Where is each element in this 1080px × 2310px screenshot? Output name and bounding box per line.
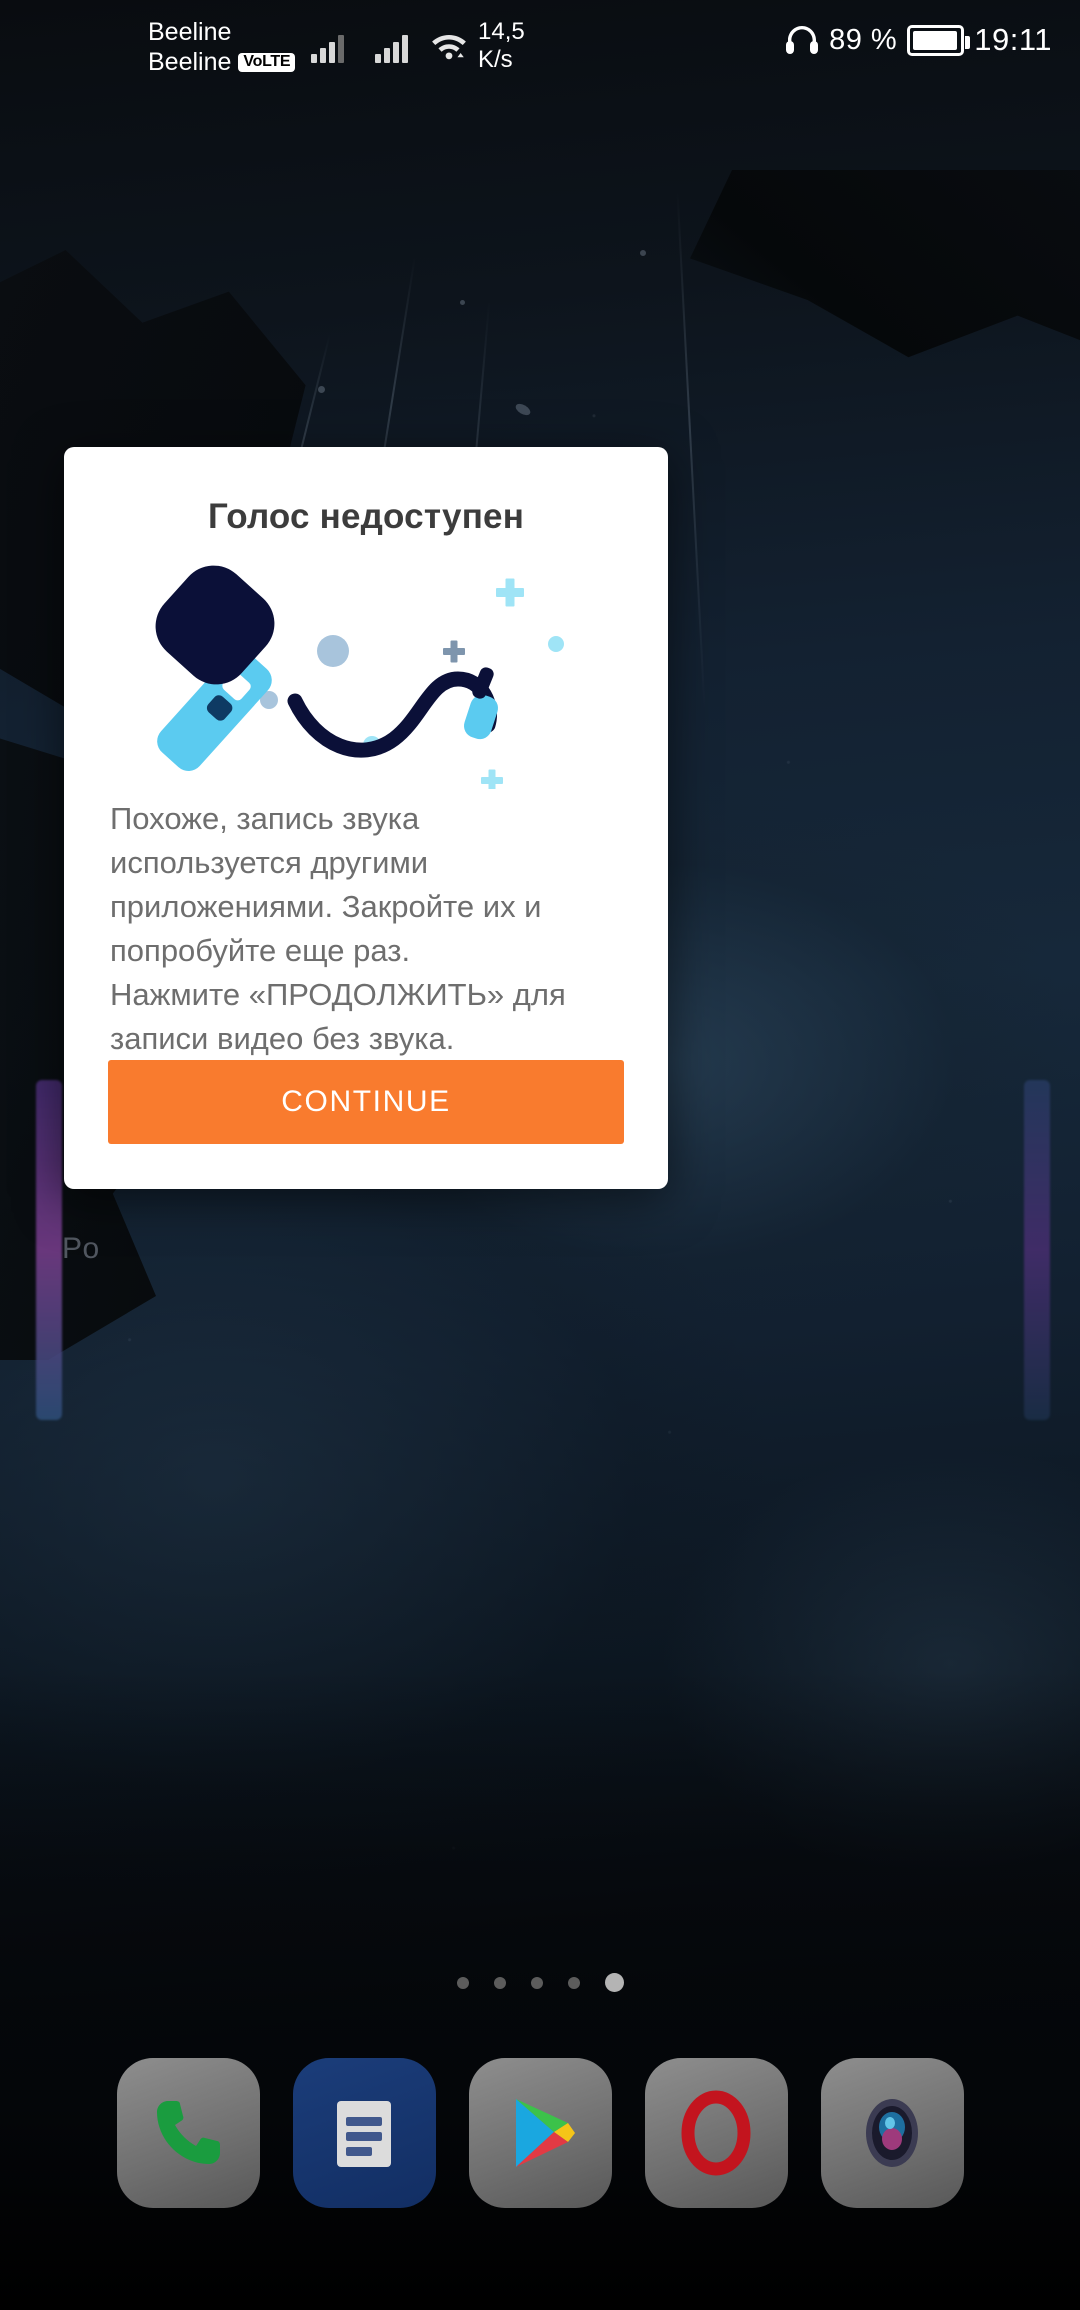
carrier-name-primary: Beeline — [148, 18, 232, 46]
camera-icon — [866, 2099, 918, 2167]
home-page-indicator[interactable] — [0, 1973, 1080, 1992]
phone-icon — [157, 2101, 220, 2164]
network-speed: 14,5 K/s — [478, 18, 525, 74]
wallpaper-spark — [460, 300, 465, 305]
deco-plus-cyan-top — [496, 578, 524, 607]
wallpaper-accent-right — [1024, 1080, 1050, 1420]
dialog-message: Похоже, запись звука используется другим… — [110, 801, 566, 1056]
opera-app[interactable] — [644, 2058, 788, 2208]
carrier-name-secondary: Beeline — [148, 47, 232, 76]
camera-app[interactable] — [820, 2058, 964, 2208]
messages-icon — [337, 2101, 391, 2167]
wallpaper-overlay-text: Po — [62, 1232, 100, 1265]
status-bar-clock: 19:11 — [974, 22, 1052, 57]
network-speed-unit: K/s — [478, 45, 513, 73]
page-dot[interactable] — [530, 1976, 543, 1989]
page-dot-active[interactable] — [604, 1973, 624, 1992]
phone-screen: Po Beeline Beeline VoLTE 14,5 K/s 89 % 1… — [0, 0, 1080, 2310]
status-bar: Beeline Beeline VoLTE 14,5 K/s 89 % 19:1… — [0, 0, 1080, 92]
page-dot[interactable] — [493, 1976, 506, 1989]
wallpaper-accent-left — [36, 1080, 62, 1420]
continue-button[interactable]: CONTINUE — [108, 1060, 624, 1144]
page-dot[interactable] — [456, 1976, 469, 1989]
deco-plus-grey — [443, 640, 465, 663]
opera-icon — [681, 2090, 751, 2176]
battery-icon — [907, 24, 971, 56]
play-store-app[interactable] — [468, 2058, 612, 2208]
wallpaper-spark — [318, 386, 325, 393]
signal-bars-icon — [311, 33, 344, 63]
dock — [0, 2058, 1080, 2228]
cord-connector — [464, 694, 498, 740]
status-bar-carriers: Beeline Beeline VoLTE — [148, 18, 296, 77]
headset-icon — [786, 26, 819, 54]
page-dot[interactable] — [567, 1976, 580, 1989]
mic-cord-path — [287, 671, 497, 758]
voice-unavailable-dialog: Голос недоступен Похоже, запись звука ис… — [64, 447, 668, 1189]
play-store-icon — [516, 2099, 575, 2167]
deco-dot-large — [317, 635, 349, 667]
volte-badge: VoLTE — [238, 52, 296, 72]
deco-plus-cyan-bottom — [481, 769, 503, 792]
battery-percent-label: 89 % — [829, 23, 898, 56]
wifi-icon — [432, 35, 466, 60]
wallpaper-spark — [640, 250, 646, 256]
network-speed-value: 14,5 — [478, 18, 525, 45]
deco-dot-cyan-right — [548, 636, 564, 652]
signal-bars-icon — [375, 33, 408, 63]
microphone-illustration — [64, 549, 668, 792]
messages-app[interactable] — [292, 2058, 436, 2208]
status-bar-right: 89 % 19:11 — [785, 22, 1052, 58]
dialog-title: Голос недоступен — [207, 497, 525, 536]
phone-app[interactable] — [116, 2058, 260, 2208]
